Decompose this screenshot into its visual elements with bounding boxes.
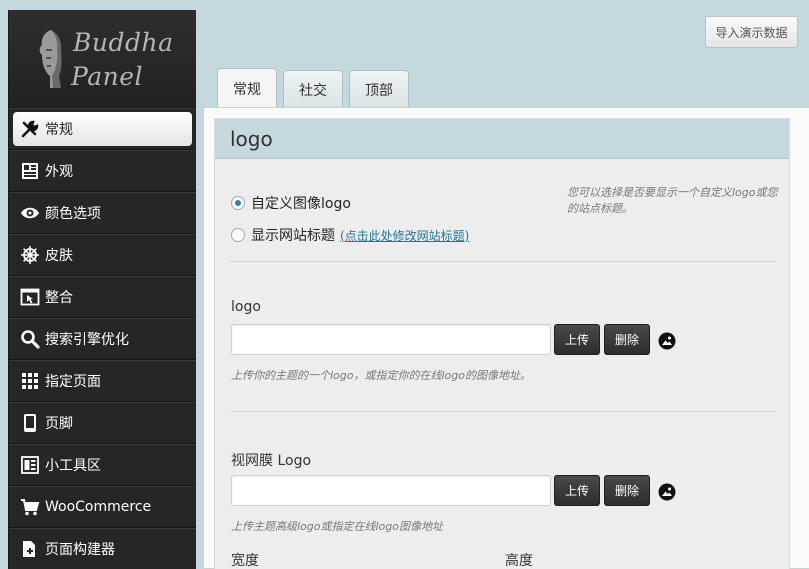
retina-upload-button[interactable]: 上传: [554, 475, 600, 506]
sidebar-item-page-builder[interactable]: 页面构建器: [9, 528, 196, 569]
grid-icon: [20, 371, 40, 391]
sidebar-item-label: WooCommerce: [45, 499, 152, 515]
radio-custom-logo-row[interactable]: 自定义图像logo: [231, 193, 351, 213]
layout-icon: [20, 161, 40, 181]
retina-logo-hint: 上传主题高级logo或指定在线logo图像地址: [231, 520, 443, 533]
sidebar-item-label: 指定页面: [45, 374, 101, 390]
logo-upload-button[interactable]: 上传: [554, 324, 600, 355]
sidebar-item-appearance[interactable]: 外观: [9, 150, 196, 192]
logo-hint: 上传你的主题的一个logo，或指定你的在线logo的图像地址。: [231, 369, 531, 382]
sidebar-item-label: 颜色选项: [45, 206, 101, 222]
sidebar-item-label: 页面构建器: [45, 542, 115, 558]
width-label: 宽度: [231, 553, 259, 569]
settings-panel: logo 自定义图像logo 显示网站标题 (点击此处修改网站标题) 您可以选择…: [203, 107, 809, 569]
radio-site-title-row[interactable]: 显示网站标题 (点击此处修改网站标题): [231, 225, 469, 245]
cart-icon: [20, 497, 40, 517]
helm-icon: [20, 245, 40, 265]
wrench-icon: [20, 119, 40, 139]
sidebar-item-general[interactable]: 常规: [9, 108, 196, 150]
sidebar-item-label: 搜索引擎优化: [45, 332, 129, 348]
phone-icon: [20, 413, 40, 433]
sidebar-item-label: 常规: [45, 122, 73, 138]
image-preview-icon[interactable]: [658, 483, 676, 501]
buddha-head-icon: [39, 30, 62, 88]
radio-custom-logo-label: 自定义图像logo: [251, 196, 351, 212]
widgets-icon: [20, 455, 40, 475]
sidebar-nav: 常规 外观 颜色选项 皮肤 整合 搜索引擎优化 指定页面 页脚 小工具区 Woo…: [9, 108, 196, 569]
sidebar-item-colors[interactable]: 颜色选项: [9, 192, 196, 234]
sidebar-item-label: 外观: [45, 164, 73, 180]
sidebar-item-label: 小工具区: [45, 458, 101, 474]
retina-logo-label: 视网膜 Logo: [231, 453, 312, 469]
sidebar-item-label: 皮肤: [45, 248, 73, 264]
logo-type-description: 您可以选择是否要显示一个自定义logo或您的站点标题。: [567, 186, 778, 215]
brand-line-2: Panel: [71, 62, 143, 91]
height-label: 高度: [505, 553, 533, 569]
logo-url-input[interactable]: [231, 324, 551, 355]
logo-field-label: logo: [231, 299, 261, 315]
logo-section: logo 自定义图像logo 显示网站标题 (点击此处修改网站标题) 您可以选择…: [214, 118, 790, 569]
sidebar-item-pages[interactable]: 指定页面: [9, 360, 196, 402]
tab-social[interactable]: 社交: [283, 70, 343, 108]
divider: [231, 411, 776, 412]
logo-delete-button[interactable]: 删除: [604, 324, 650, 355]
brand-line-1: Buddha: [73, 28, 174, 57]
brand-logo: Buddha Panel: [9, 10, 196, 108]
sidebar-item-label: 页脚: [45, 416, 73, 432]
sidebar-item-label: 整合: [45, 290, 73, 306]
puzzle-icon: [20, 539, 40, 559]
sidebar-item-woocommerce[interactable]: WooCommerce: [9, 486, 196, 528]
sidebar-item-widgets[interactable]: 小工具区: [9, 444, 196, 486]
section-title: logo: [215, 119, 789, 159]
tab-bar: 常规 社交 顶部: [217, 68, 409, 108]
divider: [231, 261, 776, 262]
retina-logo-url-input[interactable]: [231, 475, 551, 506]
search-icon: [20, 329, 40, 349]
radio-custom-logo[interactable]: [231, 196, 245, 210]
sidebar-item-skins[interactable]: 皮肤: [9, 234, 196, 276]
radio-site-title[interactable]: [231, 228, 245, 242]
retina-delete-button[interactable]: 删除: [604, 475, 650, 506]
window-cursor-icon: [20, 287, 40, 307]
radio-site-title-label: 显示网站标题: [251, 228, 335, 244]
sidebar-item-footer[interactable]: 页脚: [9, 402, 196, 444]
import-demo-button[interactable]: 导入演示数据: [705, 16, 798, 48]
sidebar-item-seo[interactable]: 搜索引擎优化: [9, 318, 196, 360]
edit-site-title-link[interactable]: (点击此处修改网站标题): [340, 227, 469, 244]
eye-icon: [20, 203, 40, 223]
sidebar-item-integration[interactable]: 整合: [9, 276, 196, 318]
tab-header[interactable]: 顶部: [349, 70, 409, 108]
sidebar: Buddha Panel 常规 外观 颜色选项 皮肤 整合 搜索引擎优化 指定页…: [8, 10, 196, 569]
tab-general[interactable]: 常规: [217, 68, 277, 108]
image-preview-icon[interactable]: [658, 332, 676, 350]
